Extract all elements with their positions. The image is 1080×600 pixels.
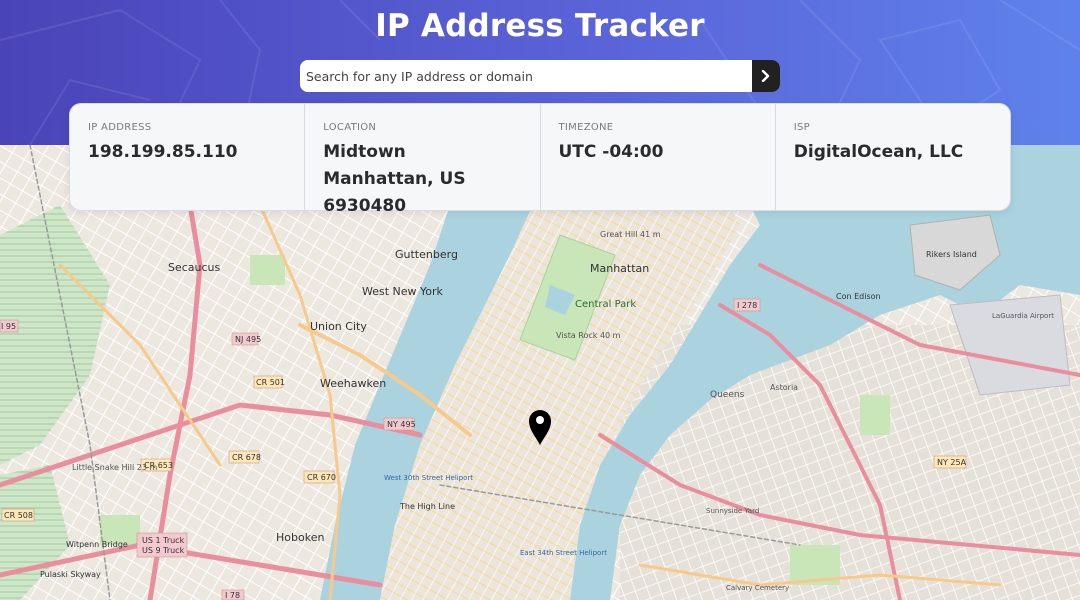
- app-page: IP Address Tracker IP ADDRESS 198.199.85…: [0, 0, 1080, 600]
- info-isp: ISP DigitalOcean, LLC: [776, 104, 1010, 210]
- road-shield-cr670: CR 670: [307, 473, 336, 482]
- road-shield-i95: I 95: [1, 322, 16, 331]
- ip-info-card: IP ADDRESS 198.199.85.110 LOCATION Midto…: [69, 103, 1011, 216]
- map-label-union-city: Union City: [310, 320, 367, 333]
- road-shield-i78: I 78: [225, 591, 240, 600]
- map-label-astoria: Astoria: [770, 383, 798, 392]
- map-label-vista-rock: Vista Rock 40 m: [556, 331, 621, 340]
- info-timezone: TIMEZONE UTC -04:00: [541, 104, 776, 210]
- road-shield-ny495: NY 495: [387, 420, 416, 429]
- map-label-hoboken: Hoboken: [276, 531, 324, 544]
- info-value: UTC -04:00: [558, 142, 664, 162]
- road-shield-us9-truck: US 9 Truck: [142, 546, 185, 555]
- map-label-laguardia: LaGuardia Airport: [992, 312, 1054, 320]
- info-value: Midtown Manhattan, US 6930480: [323, 142, 466, 216]
- map-label-manhattan: Manhattan: [590, 262, 649, 275]
- park-patch: [860, 395, 890, 435]
- map-label-con-edison: Con Edison: [836, 292, 881, 301]
- info-ip-address: IP ADDRESS 198.199.85.110: [70, 104, 306, 210]
- info-label: ISP: [793, 122, 810, 133]
- info-label: LOCATION: [323, 122, 377, 133]
- map-label-witpenn-bridge: Witpenn Bridge: [66, 540, 128, 549]
- road-shield-cr508: CR 508: [4, 511, 33, 520]
- info-label: IP ADDRESS: [88, 122, 152, 133]
- map-canvas[interactable]: NJ 495 NY 495 CR 501 CR 653 CR 678 CR 67…: [0, 145, 1080, 600]
- info-label: TIMEZONE: [558, 122, 614, 133]
- road-shield-us1-truck: US 1 Truck: [142, 536, 185, 545]
- road-shield-nj495: NJ 495: [235, 335, 261, 344]
- map-label-central-park: Central Park: [575, 299, 636, 310]
- map-label-little-snake-hill: Little Snake Hill 23 m: [72, 463, 157, 472]
- road-shield-ny25a: NY 25A: [937, 458, 967, 467]
- map-label-rikers-island: Rikers Island: [926, 250, 977, 259]
- map-label-calvary-cemetery: Calvary Cemetery: [726, 584, 789, 592]
- search-input[interactable]: [300, 60, 752, 92]
- map-label-guttenberg: Guttenberg: [395, 248, 458, 261]
- map-label-pulaski-skyway: Pulaski Skyway: [40, 570, 101, 579]
- map-label-secaucus: Secaucus: [168, 261, 221, 274]
- search-bar: [300, 60, 780, 92]
- search-button[interactable]: [752, 60, 780, 92]
- map-label-weehawken: Weehawken: [320, 377, 386, 390]
- park-patch: [250, 255, 285, 285]
- map-label-queens: Queens: [710, 390, 745, 400]
- road-shield-i278: I 278: [737, 301, 757, 310]
- map-label-sunnyside-yard: Sunnyside Yard: [706, 507, 759, 515]
- road-shield-cr501: CR 501: [256, 378, 285, 387]
- chevron-right-icon: [761, 70, 770, 82]
- info-location: LOCATION Midtown Manhattan, US 6930480: [305, 104, 541, 216]
- map-view[interactable]: NJ 495 NY 495 CR 501 CR 653 CR 678 CR 67…: [0, 145, 1080, 600]
- map-label-west-new-york: West New York: [362, 285, 444, 298]
- map-label-high-line: The High Line: [399, 502, 455, 511]
- map-label-e34-heliport: East 34th Street Heliport: [520, 549, 607, 557]
- info-value: DigitalOcean, LLC: [793, 142, 964, 162]
- info-value: 198.199.85.110: [88, 142, 238, 162]
- page-title: IP Address Tracker: [375, 8, 705, 44]
- map-label-great-hill: Great Hill 41 m: [600, 230, 661, 239]
- road-shield-cr678: CR 678: [232, 453, 261, 462]
- map-label-w30-heliport: West 30th Street Heliport: [384, 474, 473, 482]
